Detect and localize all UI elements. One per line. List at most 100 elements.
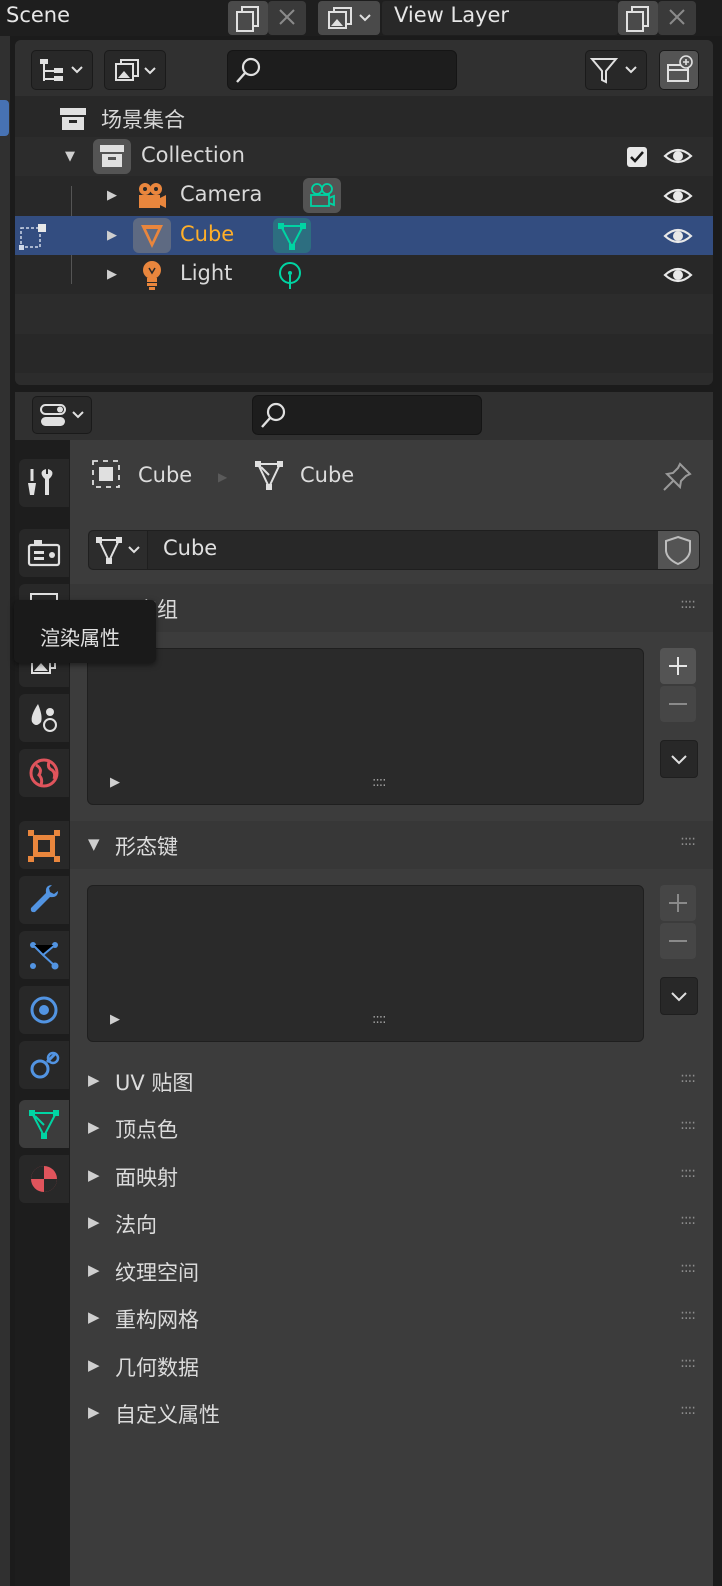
panel-custom-properties[interactable]: ▶ 自定义属性 ::::	[70, 1390, 713, 1437]
search-icon	[261, 402, 286, 428]
remove-shape-key-button[interactable]	[660, 923, 696, 959]
expand-triangle-icon: ▶	[88, 1261, 100, 1279]
panel-normals[interactable]: ▶ 法向 ::::	[70, 1200, 713, 1247]
light-data-icon[interactable]	[273, 258, 307, 292]
browse-mesh-button[interactable]	[89, 531, 148, 569]
panel-uv-maps[interactable]: ▶ UV 贴图 ::::	[70, 1058, 713, 1105]
exclude-checkbox[interactable]	[627, 147, 647, 167]
drag-grip-icon[interactable]: ::::	[680, 1070, 696, 1086]
shape-keys-list[interactable]: ▶ ::::	[87, 885, 644, 1042]
breadcrumb-separator-icon: ▶	[218, 470, 228, 484]
add-vertex-group-button[interactable]	[660, 648, 696, 684]
scene-name[interactable]: Scene	[6, 3, 70, 27]
particles-icon	[30, 942, 59, 970]
filter-button[interactable]	[585, 50, 647, 90]
render-layers-icon	[328, 7, 371, 29]
expand-triangle-icon[interactable]: ▶	[107, 228, 117, 243]
fake-user-button[interactable]	[658, 531, 699, 569]
tool-icon	[28, 469, 53, 495]
drag-grip-icon[interactable]: ::::	[680, 1117, 696, 1133]
expand-triangle-icon[interactable]: ▶	[107, 188, 117, 203]
tab-material[interactable]	[19, 1155, 69, 1203]
collection-label: Collection	[141, 143, 245, 167]
drag-grip-icon[interactable]: ::::	[680, 1355, 696, 1371]
mesh-datablock-field[interactable]: Cube	[88, 530, 700, 570]
search-icon	[236, 57, 261, 83]
scene-collection-row[interactable]: 场景集合	[15, 98, 713, 137]
tab-particles[interactable]	[19, 931, 69, 979]
new-collection-button[interactable]	[659, 50, 699, 90]
add-shape-key-button[interactable]	[660, 885, 696, 921]
outliner-search-input[interactable]	[227, 50, 457, 90]
eye-icon[interactable]	[663, 185, 693, 207]
panel-title: 面映射	[115, 1166, 178, 1190]
tab-mesh-data[interactable]	[19, 1100, 69, 1148]
copy-scene-button[interactable]	[228, 1, 268, 35]
view-layer-field[interactable]: View Layer	[382, 1, 618, 35]
physics-icon	[30, 996, 58, 1024]
vertex-group-specials-button[interactable]	[660, 740, 698, 778]
drag-grip-icon[interactable]: ::::	[680, 1260, 696, 1276]
tab-tool[interactable]	[19, 459, 69, 507]
collapse-triangle-icon[interactable]: ▼	[65, 149, 75, 164]
display-mode-button[interactable]	[31, 50, 93, 90]
panel-face-maps[interactable]: ▶ 面映射 ::::	[70, 1153, 713, 1200]
mesh-breadcrumb-icon	[255, 461, 283, 490]
view-layer-browse-button[interactable]	[318, 1, 380, 35]
tab-world[interactable]	[19, 749, 69, 797]
minus-icon	[669, 940, 687, 942]
drag-grip-icon[interactable]: ::::	[680, 1165, 696, 1181]
eye-icon[interactable]	[663, 225, 693, 247]
panel-texture-space[interactable]: ▶ 纹理空间 ::::	[70, 1248, 713, 1295]
eye-icon[interactable]	[663, 264, 693, 286]
tab-object[interactable]	[19, 821, 69, 869]
datablock-name[interactable]: Cube	[163, 536, 217, 560]
delete-view-layer-button[interactable]	[658, 1, 696, 35]
left-edge-strip	[0, 36, 10, 1586]
shape-key-specials-button[interactable]	[660, 977, 698, 1015]
list-filter-toggle-icon[interactable]: ▶	[110, 1012, 120, 1027]
empty-row	[15, 373, 713, 385]
render-layers-icon	[115, 59, 156, 81]
shape-keys-panel-header[interactable]: ▼ 形态键 ::::	[70, 821, 713, 869]
panel-vertex-colors[interactable]: ▶ 顶点色 ::::	[70, 1105, 713, 1152]
expand-triangle-icon[interactable]: ▶	[107, 267, 117, 282]
collapse-triangle-icon: ▼	[88, 835, 100, 853]
list-resize-grip-icon[interactable]: ::::	[372, 775, 386, 790]
pin-icon[interactable]	[660, 460, 694, 494]
expand-triangle-icon: ▶	[88, 1118, 100, 1136]
cube-row[interactable]: ▶ Cube	[15, 216, 713, 255]
editor-type-button[interactable]	[32, 396, 92, 434]
light-row[interactable]: ▶ Light	[15, 255, 713, 294]
camera-row[interactable]: ▶ Camera	[15, 176, 713, 215]
right-edge	[713, 36, 722, 1586]
outliner: 场景集合 ▼ Collection ▶ Camera ▶ Cube ▶ Ligh…	[15, 40, 713, 385]
tab-render[interactable]	[19, 529, 69, 577]
remove-vertex-group-button[interactable]	[660, 686, 696, 722]
drag-grip-icon[interactable]: ::::	[680, 833, 696, 849]
tab-constraints[interactable]	[19, 1041, 69, 1089]
list-filter-toggle-icon[interactable]: ▶	[110, 775, 120, 790]
tab-scene[interactable]	[19, 694, 69, 742]
tab-modifiers[interactable]	[19, 876, 69, 924]
mesh-data-icon[interactable]	[273, 218, 311, 253]
properties-search-input[interactable]	[252, 395, 482, 435]
panel-remesh[interactable]: ▶ 重构网格 ::::	[70, 1295, 713, 1342]
tab-physics[interactable]	[19, 986, 69, 1034]
chevron-down-icon	[671, 755, 687, 765]
shield-icon	[665, 535, 691, 566]
vertex-groups-list[interactable]: ▶ ::::	[87, 648, 644, 805]
copy-view-layer-button[interactable]	[618, 1, 658, 35]
vertex-groups-panel-header[interactable]: ▼ 顶点组 ::::	[70, 584, 713, 632]
collection-row[interactable]: ▼ Collection	[15, 137, 713, 176]
drag-grip-icon[interactable]: ::::	[680, 596, 696, 612]
drag-grip-icon[interactable]: ::::	[680, 1402, 696, 1418]
camera-data-icon[interactable]	[303, 178, 341, 213]
drag-grip-icon[interactable]: ::::	[680, 1307, 696, 1323]
panel-geometry-data[interactable]: ▶ 几何数据 ::::	[70, 1343, 713, 1390]
drag-grip-icon[interactable]: ::::	[680, 1212, 696, 1228]
eye-icon[interactable]	[663, 145, 693, 167]
delete-scene-button[interactable]	[268, 1, 306, 35]
view-layer-filter-button[interactable]	[104, 50, 166, 90]
list-resize-grip-icon[interactable]: ::::	[372, 1012, 386, 1027]
